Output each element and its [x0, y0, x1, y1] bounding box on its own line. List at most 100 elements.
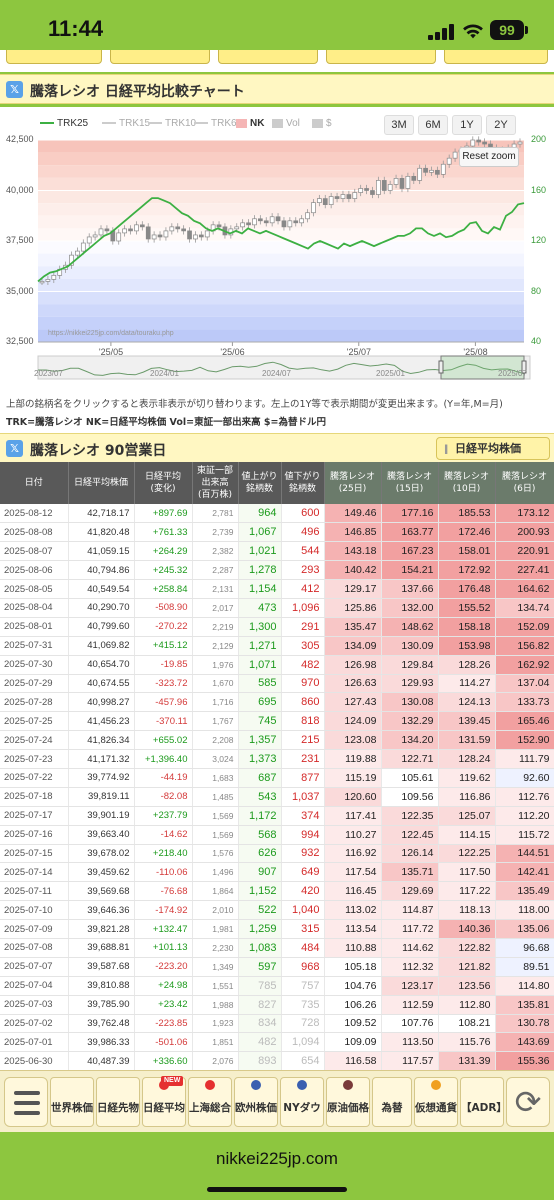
- ratio25-cell: 140.42: [324, 560, 382, 581]
- nav-item[interactable]: 仮想通貨: [414, 1077, 458, 1127]
- ratio6-cell: 173.12: [495, 504, 554, 524]
- ratio10-cell: 123.56: [438, 976, 496, 996]
- candle-body: [387, 184, 393, 191]
- candle-body: [399, 178, 405, 189]
- volume-cell: 2,781: [192, 504, 239, 524]
- volume-cell: 1,569: [192, 825, 239, 845]
- top-nav-button[interactable]: [110, 50, 210, 64]
- nikkei-cell: 39,663.40: [68, 825, 135, 845]
- change-cell: +24.98: [134, 976, 193, 996]
- ratio-band: [38, 140, 524, 153]
- volume-cell: 1,864: [192, 881, 239, 902]
- candle-body: [411, 176, 417, 181]
- ratio6-cell: 200.93: [495, 522, 554, 543]
- top-nav-button[interactable]: [218, 50, 318, 64]
- change-cell: -501.06: [134, 1032, 193, 1053]
- top-nav-button[interactable]: [444, 50, 548, 64]
- y-axis-left-label: 40,000: [6, 184, 34, 195]
- candle-body: [51, 274, 57, 280]
- nav-item-label: 仮想通貨: [415, 1102, 457, 1114]
- candle-body: [75, 250, 80, 256]
- top-nav-button[interactable]: [6, 50, 102, 64]
- ratio10-cell: 131.59: [438, 730, 496, 751]
- x-share-icon[interactable]: 𝕏: [6, 81, 23, 98]
- decliners-cell: 970: [281, 674, 325, 694]
- url-text[interactable]: nikkei225jp.com: [0, 1149, 554, 1169]
- date-cell: 2025-07-11: [0, 881, 69, 902]
- ratio6-cell: 162.92: [495, 655, 554, 675]
- nav-item[interactable]: 日経先物: [96, 1077, 140, 1127]
- nav-item[interactable]: 原油価格: [326, 1077, 370, 1127]
- x-share-icon[interactable]: 𝕏: [6, 440, 23, 457]
- nav-item[interactable]: NYダウ: [280, 1077, 324, 1127]
- status-time: 11:44: [48, 16, 104, 41]
- nikkei-cell: 39,587.68: [68, 957, 135, 977]
- reset-zoom-button[interactable]: Reset zoom: [459, 147, 519, 167]
- volume-cell: 1,485: [192, 787, 239, 807]
- change-cell: -457.96: [134, 692, 193, 713]
- nav-item[interactable]: NEW 日経平均: [142, 1076, 186, 1127]
- ratio15-cell: 117.57: [381, 1051, 439, 1070]
- ratio10-cell: 122.25: [438, 844, 496, 864]
- change-cell: -270.22: [134, 617, 193, 637]
- date-cell: 2025-07-10: [0, 900, 69, 921]
- date-cell: 2025-07-01: [0, 1032, 69, 1053]
- navigator-handle-left[interactable]: [438, 360, 444, 374]
- column-header[interactable]: 日経平均株価: [68, 462, 135, 504]
- column-header[interactable]: 値上がり 銘柄数: [238, 462, 282, 504]
- ratio6-cell: 152.09: [495, 617, 554, 637]
- advancers-cell: 597: [238, 957, 282, 977]
- candle-body: [281, 220, 287, 228]
- candle-body: [275, 216, 281, 222]
- candle-body: [482, 141, 487, 145]
- nav-item[interactable]: 世界株価: [50, 1077, 94, 1127]
- x-axis-label: '25/08: [463, 347, 488, 357]
- ratio25-cell: 135.47: [324, 617, 382, 637]
- nav-item[interactable]: 【ADR】: [460, 1077, 507, 1127]
- ratio15-cell: 132.00: [381, 598, 439, 618]
- candle-body: [198, 234, 204, 238]
- menu-icon[interactable]: [4, 1077, 48, 1127]
- refresh-icon[interactable]: ⟳: [506, 1077, 550, 1127]
- ratio6-cell: 152.90: [495, 730, 554, 751]
- nikkei-cell: 39,688.81: [68, 938, 135, 958]
- ratio15-cell: 122.45: [381, 825, 439, 845]
- nikkei-cell: 40,290.70: [68, 598, 135, 618]
- ratio10-cell: 128.26: [438, 655, 496, 675]
- nav-item[interactable]: 為替: [372, 1077, 412, 1127]
- flag-icon: [251, 1080, 261, 1090]
- column-header[interactable]: 騰落レシオ (6日): [495, 462, 554, 504]
- date-cell: 2025-07-04: [0, 976, 69, 996]
- ratio6-cell: 137.04: [495, 674, 554, 694]
- advancers-cell: 695: [238, 692, 282, 713]
- nikkei-cell: 39,774.92: [68, 768, 135, 788]
- column-header[interactable]: 騰落レシオ (10日): [438, 462, 496, 504]
- column-header[interactable]: 東証一部 出来高 (百万株): [192, 462, 239, 504]
- y-axis-left-label: 35,000: [6, 285, 34, 296]
- nav-item-label: 【ADR】: [461, 1102, 507, 1114]
- column-header[interactable]: 値下がり 銘柄数: [281, 462, 325, 504]
- column-header[interactable]: 騰落レシオ (25日): [324, 462, 382, 504]
- column-header[interactable]: 日付: [0, 462, 69, 504]
- column-header[interactable]: 日経平均 (変化): [134, 462, 193, 504]
- ratio15-cell: 130.08: [381, 692, 439, 713]
- change-cell: +101.13: [134, 938, 193, 958]
- top-nav-button[interactable]: [326, 50, 436, 64]
- advancers-cell: 1,357: [238, 730, 282, 751]
- nav-item-label: 上海総合: [189, 1102, 231, 1114]
- battery-icon: 99: [490, 20, 528, 40]
- index-tab[interactable]: ▍ 日経平均株価: [436, 437, 550, 460]
- ratio15-cell: 167.23: [381, 541, 439, 562]
- advancers-cell: 585: [238, 674, 282, 694]
- ratio10-cell: 117.22: [438, 881, 496, 902]
- nav-item[interactable]: 上海総合: [188, 1077, 232, 1127]
- volume-cell: 1,716: [192, 692, 239, 713]
- candle-body: [216, 224, 222, 228]
- decliners-cell: 374: [281, 806, 325, 826]
- ratio25-cell: 146.85: [324, 522, 382, 543]
- nav-item[interactable]: 欧州株価: [234, 1077, 278, 1127]
- advancers-cell: 626: [238, 844, 282, 864]
- candle-body: [352, 192, 358, 199]
- column-header[interactable]: 騰落レシオ (15日): [381, 462, 439, 504]
- decliners-cell: 1,096: [281, 598, 325, 618]
